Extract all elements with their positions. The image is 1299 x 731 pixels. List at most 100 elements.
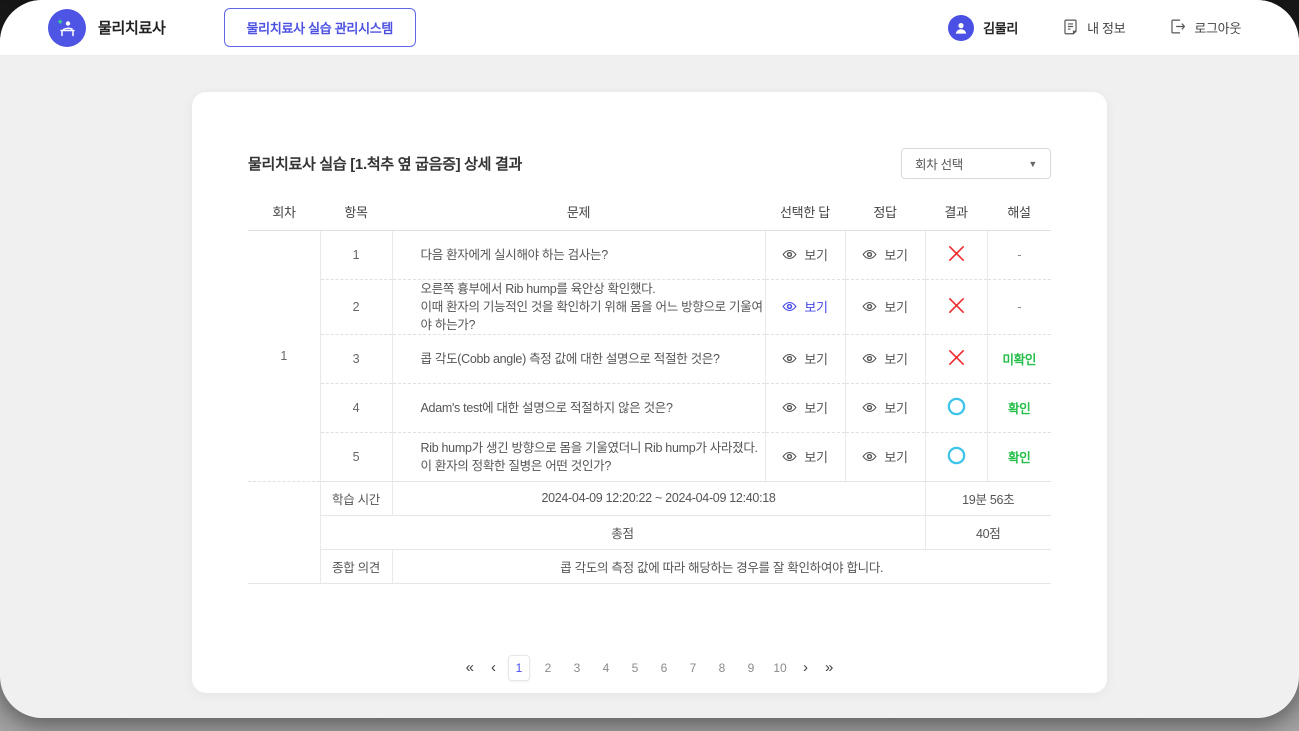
question-text: Adam's test에 대한 설명으로 적절하지 않은 것은? [392,383,765,432]
round-select-dropdown[interactable]: 회차 선택 ▼ [901,148,1051,179]
table-row: 2 오른쪽 흉부에서 Rib hump를 육안상 확인했다. 이때 환자의 기능… [248,279,1051,334]
view-label: 보기 [884,447,907,466]
system-title-button[interactable]: 물리치료사 실습 관리시스템 [224,8,417,47]
question-text: 오른쪽 흉부에서 Rib hump를 육안상 확인했다. 이때 환자의 기능적인… [392,279,765,334]
item-number: 4 [320,383,392,432]
physical-therapy-logo-icon [48,9,86,47]
result-cell [925,279,987,334]
pagination-first-button[interactable]: « [461,657,479,678]
incorrect-x-mark-icon [946,295,967,316]
pagination-page-3[interactable]: 3 [566,655,588,681]
table-row: 3 콥 각도(Cobb angle) 측정 값에 대한 설명으로 적절한 것은?… [248,334,1051,383]
logout-button[interactable]: 로그아웃 [1169,18,1241,38]
correct-circle-mark-icon [946,445,967,466]
col-header-explanation: 해설 [987,193,1051,230]
eye-icon [862,351,877,366]
view-correct-answer-button[interactable]: 보기 [862,398,907,417]
question-line: 이때 환자의 기능적인 것을 확인하기 위해 몸을 어느 방향으로 기울여야 하… [421,298,765,334]
round-value: 1 [248,230,320,481]
view-correct-answer-button[interactable]: 보기 [862,447,907,466]
user-avatar-icon [948,15,974,41]
pagination-page-9[interactable]: 9 [740,655,762,681]
total-score-value: 40점 [925,515,1051,549]
empty-cell [248,481,320,515]
col-header-question: 문제 [392,193,765,230]
logout-label: 로그아웃 [1194,18,1241,37]
result-cell [925,334,987,383]
round-select-label: 회차 선택 [915,154,963,173]
app-header: 물리치료사 물리치료사 실습 관리시스템 김물리 [0,0,1299,56]
question-text: Rib hump가 생긴 방향으로 몸을 기울였더니 Rib hump가 사라졌… [392,432,765,481]
logout-icon [1169,18,1186,38]
study-time-value: 2024-04-09 12:20:22 ~ 2024-04-09 12:40:1… [392,481,925,515]
explanation-cell: - [987,279,1051,334]
pagination-last-button[interactable]: » [820,657,838,678]
table-row: 1 1 다음 환자에게 실시해야 하는 검사는? 보기 [248,230,1051,279]
overall-opinion-label: 종합 의견 [320,549,392,583]
question-line: 이 환자의 정확한 질병은 어떤 것인가? [421,457,765,475]
view-label: 보기 [804,398,827,417]
pagination-page-2[interactable]: 2 [537,655,559,681]
incorrect-x-mark-icon [946,243,967,264]
question-line: Adam's test에 대한 설명으로 적절하지 않은 것은? [421,399,765,417]
item-number: 5 [320,432,392,481]
eye-icon [862,400,877,415]
study-time-label: 학습 시간 [320,481,392,515]
eye-icon [862,449,877,464]
results-card: 물리치료사 실습 [1.척추 옆 굽음증] 상세 결과 회차 선택 ▼ 회차 항… [192,92,1107,693]
question-line: 오른쪽 흉부에서 Rib hump를 육안상 확인했다. [421,280,765,298]
view-selected-answer-button[interactable]: 보기 [782,245,827,264]
correct-answer-cell: 보기 [845,279,925,334]
view-label: 보기 [804,349,827,368]
question-text: 콥 각도(Cobb angle) 측정 값에 대한 설명으로 적절한 것은? [392,334,765,383]
brand-name: 물리치료사 [98,17,166,38]
view-label: 보기 [804,297,827,316]
view-label: 보기 [884,349,907,368]
overall-opinion-value: 콥 각도의 측정 값에 따라 해당하는 경우를 잘 확인하여야 합니다. [392,549,1051,583]
study-time-duration: 19분 56초 [925,481,1051,515]
pagination: « ‹ 1 2 3 4 5 6 7 8 9 10 › » [248,655,1051,681]
view-label: 보기 [884,398,907,417]
pagination-prev-button[interactable]: ‹ [486,657,501,678]
pagination-page-1[interactable]: 1 [508,655,530,681]
total-score-label: 총점 [320,515,925,549]
view-selected-answer-button[interactable]: 보기 [782,297,827,316]
explanation-value: 확인 [1008,402,1030,416]
pagination-page-8[interactable]: 8 [711,655,733,681]
explanation-cell: 확인 [987,383,1051,432]
eye-icon [782,449,797,464]
eye-icon [782,247,797,262]
pagination-page-6[interactable]: 6 [653,655,675,681]
eye-icon [782,299,797,314]
pagination-page-10[interactable]: 10 [769,655,791,681]
col-header-round: 회차 [248,193,320,230]
view-correct-answer-button[interactable]: 보기 [862,297,907,316]
pagination-next-button[interactable]: › [798,657,813,678]
my-info-button[interactable]: 내 정보 [1062,18,1125,38]
result-cell [925,432,987,481]
selected-answer-cell: 보기 [765,334,845,383]
col-header-item: 항목 [320,193,392,230]
col-header-correct-answer: 정답 [845,193,925,230]
view-correct-answer-button[interactable]: 보기 [862,349,907,368]
result-cell [925,230,987,279]
results-table: 회차 항목 문제 선택한 답 정답 결과 해설 1 1 다음 환자에게 실시해야… [248,193,1051,584]
explanation-value: 확인 [1008,451,1030,465]
explanation-value: 미확인 [1002,353,1036,367]
pagination-page-4[interactable]: 4 [595,655,617,681]
selected-answer-cell: 보기 [765,383,845,432]
pagination-page-5[interactable]: 5 [624,655,646,681]
selected-answer-cell: 보기 [765,230,845,279]
view-selected-answer-button[interactable]: 보기 [782,398,827,417]
view-selected-answer-button[interactable]: 보기 [782,349,827,368]
user-menu[interactable]: 김물리 [948,15,1018,41]
total-score-row: 총점 40점 [248,515,1051,549]
view-correct-answer-button[interactable]: 보기 [862,245,907,264]
correct-answer-cell: 보기 [845,230,925,279]
view-selected-answer-button[interactable]: 보기 [782,447,827,466]
result-cell [925,383,987,432]
pagination-page-7[interactable]: 7 [682,655,704,681]
incorrect-x-mark-icon [946,347,967,368]
view-label: 보기 [804,447,827,466]
item-number: 3 [320,334,392,383]
